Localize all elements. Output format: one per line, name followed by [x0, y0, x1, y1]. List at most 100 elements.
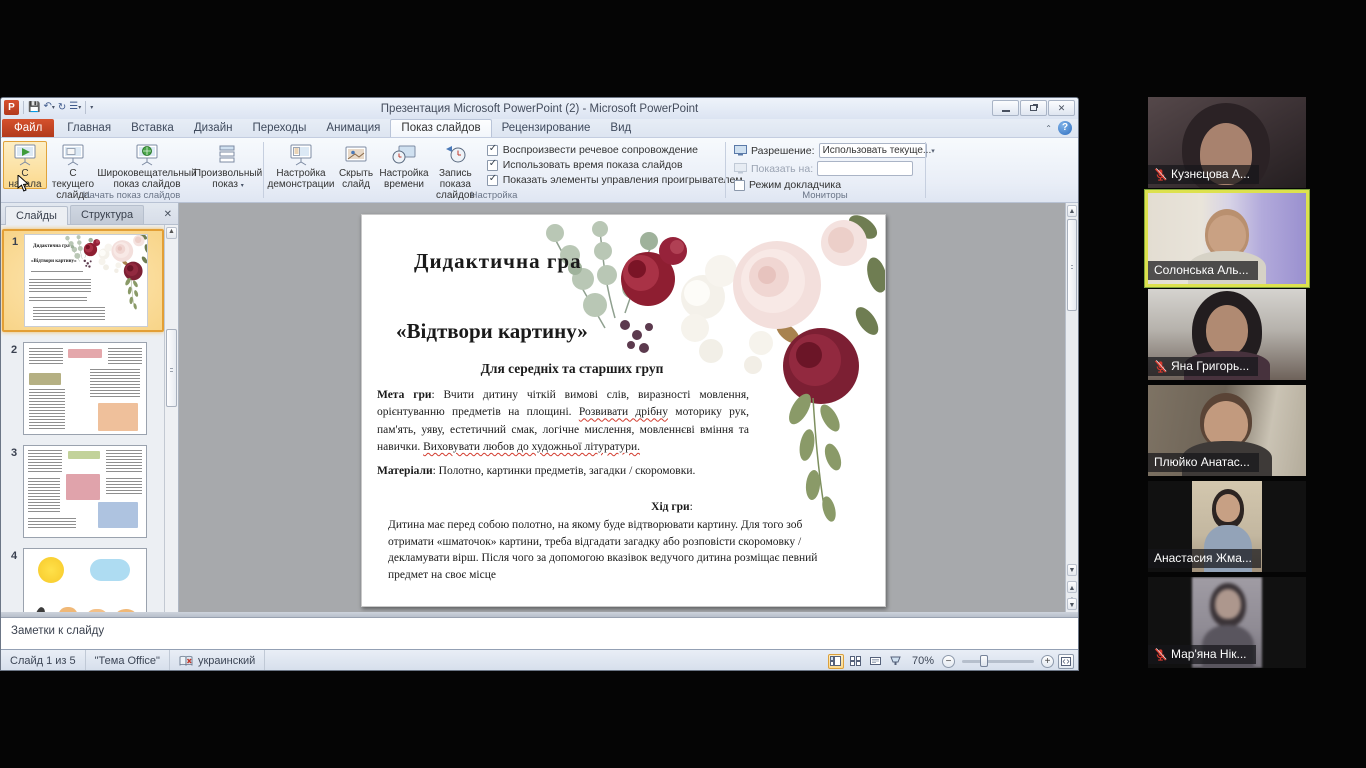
- minimize-button[interactable]: [992, 100, 1019, 116]
- slide-title-2: «Відтвори картину»: [396, 319, 588, 344]
- slide-editor-area: Дидактична гра «Відтвори картину» Для се…: [179, 203, 1078, 612]
- participant-name: Яна Григорь...: [1171, 359, 1249, 373]
- fit-to-window-button[interactable]: [1058, 654, 1074, 669]
- slideshow-view-button[interactable]: [888, 654, 904, 669]
- participant-strip: Кузнєцова А... Солонська Аль... Яна Григ…: [1148, 97, 1306, 673]
- participant-name: Мар'яна Нік...: [1171, 647, 1247, 661]
- undo-icon[interactable]: ↶▾: [43, 100, 54, 115]
- setup-slideshow-button[interactable]: Настройка демонстрации: [266, 141, 336, 189]
- save-icon[interactable]: 💾: [28, 101, 40, 115]
- reading-view-button[interactable]: [868, 654, 884, 669]
- tab-animations[interactable]: Анимация: [316, 120, 390, 137]
- redo-icon[interactable]: ↻: [58, 101, 66, 115]
- slide-process-heading: Хід гри:: [492, 501, 852, 513]
- from-beginning-button[interactable]: С начала: [3, 141, 47, 189]
- slide-sorter-view-button[interactable]: [848, 654, 864, 669]
- tab-outline-panel[interactable]: Структура: [70, 205, 144, 224]
- resolution-label: Разрешение:: [751, 145, 815, 157]
- slide-canvas[interactable]: Дидактична гра «Відтвори картину» Для се…: [361, 214, 886, 607]
- slide-title: Дидактична гра: [414, 249, 582, 274]
- normal-view-button[interactable]: [828, 654, 844, 669]
- hide-slide-button[interactable]: Скрыть слайд: [336, 141, 376, 189]
- checkbox-use-timings[interactable]: ✓ Использовать время показа слайдов: [487, 159, 743, 171]
- slide-goal-paragraph: Мета гри: Вчити дитину чіткій вимові слі…: [377, 387, 749, 456]
- close-panel-icon[interactable]: ✕: [164, 209, 172, 220]
- group-monitors: Разрешение: Использовать текуще...▾ Пока…: [726, 138, 926, 202]
- participant-video-2[interactable]: Солонська Аль...: [1148, 193, 1306, 284]
- tab-slides-panel[interactable]: Слайды: [5, 206, 68, 225]
- tab-view[interactable]: Вид: [600, 120, 641, 137]
- ribbon: С начала С текущего слайда Широковещател…: [1, 138, 1078, 203]
- tab-slideshow[interactable]: Показ слайдов: [390, 119, 491, 137]
- tab-design[interactable]: Дизайн: [184, 120, 243, 137]
- zoom-slider-handle[interactable]: [980, 655, 988, 667]
- participant-name: Плюйко Анатас...: [1154, 455, 1250, 469]
- restore-button[interactable]: [1020, 100, 1047, 116]
- scroll-up-icon[interactable]: ▲: [1067, 205, 1077, 217]
- tab-file[interactable]: Файл: [2, 119, 54, 137]
- slide-thumbnail-1[interactable]: 1 Дидактична гра «Відтвори картину»: [2, 229, 164, 332]
- resolution-dropdown[interactable]: Использовать текуще...▾: [819, 143, 927, 158]
- bullets-icon[interactable]: ☰▾: [69, 100, 81, 115]
- editor-scrollbar[interactable]: ▲ ▼ ▲▲ ▼▼: [1065, 203, 1078, 612]
- rehearse-timings-button[interactable]: Настройка времени: [376, 141, 432, 189]
- cloud-drawing: [90, 559, 130, 581]
- group-label: Мониторы: [726, 190, 924, 201]
- checkbox-play-narrations[interactable]: ✓ Воспроизвести речевое сопровождение: [487, 144, 743, 156]
- spellcheck-icon: [179, 655, 193, 667]
- spellcheck-language[interactable]: украинский: [170, 650, 265, 671]
- zoom-percent[interactable]: 70%: [912, 655, 934, 667]
- participant-video-1[interactable]: Кузнєцова А...: [1148, 97, 1306, 188]
- group-label: Настройка: [264, 190, 724, 201]
- scroll-up-icon[interactable]: ▲: [166, 227, 177, 239]
- close-button[interactable]: ✕: [1048, 100, 1075, 116]
- status-bar: Слайд 1 из 5 "Тема Office" украинский 70…: [1, 649, 1078, 671]
- custom-slideshow-button[interactable]: Произвольный показ ▾: [195, 141, 261, 189]
- from-current-slide-button[interactable]: С текущего слайда: [47, 141, 99, 189]
- divider: [23, 101, 24, 114]
- ribbon-tab-strip: Файл Главная Вставка Дизайн Переходы Ани…: [1, 119, 1078, 138]
- notes-pane[interactable]: Заметки к слайду: [1, 617, 1078, 649]
- show-on-dropdown[interactable]: ▾: [817, 161, 913, 176]
- participant-video-6[interactable]: Мар'яна Нік...: [1148, 577, 1306, 668]
- slide-thumbnail-2[interactable]: 2: [5, 342, 164, 435]
- slide-thumbnail-4[interactable]: 4: [5, 548, 164, 612]
- participant-video-3[interactable]: Яна Григорь...: [1148, 289, 1306, 380]
- participant-name: Солонська Аль...: [1154, 263, 1249, 277]
- checkbox-show-media-controls[interactable]: ✓ Показать элементы управления проигрыва…: [487, 174, 743, 186]
- customize-qat-icon[interactable]: ▾: [90, 104, 93, 111]
- tab-transitions[interactable]: Переходы: [242, 120, 316, 137]
- group-setup: Настройка демонстрации Скрыть слайд Наст…: [264, 138, 726, 202]
- zoom-in-button[interactable]: +: [1041, 655, 1054, 668]
- help-icon[interactable]: ?: [1058, 121, 1072, 135]
- zoom-out-button[interactable]: −: [942, 655, 955, 668]
- tab-home[interactable]: Главная: [57, 120, 121, 137]
- slides-panel: Слайды Структура ✕ 1 Дидактична гра «Від…: [1, 203, 179, 612]
- zoom-slider[interactable]: [962, 660, 1034, 663]
- slide-thumbnail-3[interactable]: 3: [5, 445, 164, 538]
- participant-name: Кузнєцова А...: [1171, 167, 1250, 181]
- tab-review[interactable]: Рецензирование: [492, 120, 601, 137]
- mic-muted-icon: [1154, 648, 1167, 661]
- tab-insert[interactable]: Вставка: [121, 120, 184, 137]
- participant-name: Анастасия Жма...: [1154, 551, 1252, 565]
- scroll-down-icon[interactable]: ▼: [1067, 564, 1077, 576]
- quick-access-toolbar: P 💾 ↶▾ ↻ ☰▾ ▾: [4, 100, 93, 115]
- next-slide-button[interactable]: ▼▼: [1067, 598, 1077, 610]
- divider: [85, 101, 86, 114]
- broadcast-slideshow-button[interactable]: Широковещательный показ слайдов: [99, 141, 195, 189]
- theme-name[interactable]: "Тема Office": [86, 650, 170, 671]
- shared-screen-meeting-view: P 💾 ↶▾ ↻ ☰▾ ▾ Презентация Microsoft Powe…: [0, 0, 1366, 768]
- record-slideshow-button[interactable]: Запись показа слайдов ▾: [432, 141, 479, 189]
- sun-drawing: [38, 557, 64, 583]
- panel-scrollbar[interactable]: ▲: [164, 225, 178, 612]
- title-bar: P 💾 ↶▾ ↻ ☰▾ ▾ Презентация Microsoft Powe…: [1, 98, 1078, 119]
- mouse-cursor: [17, 175, 29, 192]
- show-on-label: Показать на:: [751, 163, 813, 175]
- participant-video-4[interactable]: Плюйко Анатас...: [1148, 385, 1306, 476]
- previous-slide-button[interactable]: ▲▲: [1067, 581, 1077, 593]
- powerpoint-app-icon[interactable]: P: [4, 100, 19, 115]
- collapse-ribbon-icon[interactable]: ⌃: [1045, 124, 1052, 133]
- window-title: Презентация Microsoft PowerPoint (2) - M…: [1, 103, 1078, 115]
- participant-video-5[interactable]: Анастасия Жма...: [1148, 481, 1306, 572]
